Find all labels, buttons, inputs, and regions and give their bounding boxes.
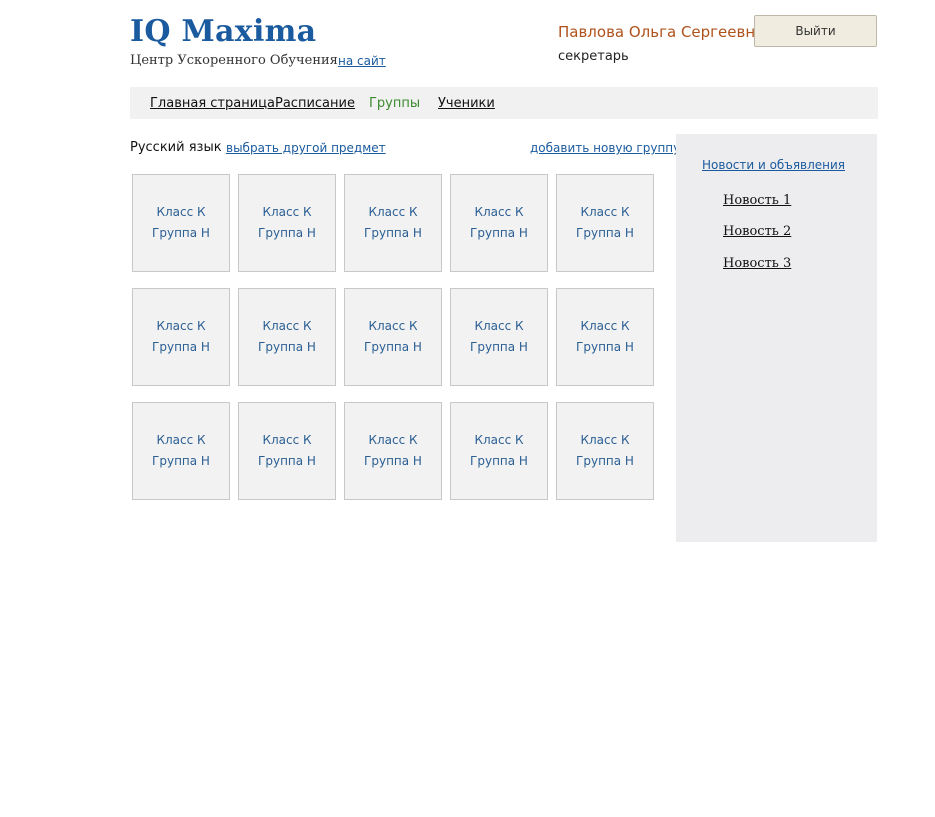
group-card[interactable]: Класс К Группа Н bbox=[132, 288, 230, 386]
group-card-class: Класс К bbox=[156, 319, 206, 333]
group-card[interactable]: Класс К Группа Н bbox=[344, 288, 442, 386]
group-card[interactable]: Класс К Группа Н bbox=[450, 288, 548, 386]
nav-item-home[interactable]: Главная страница bbox=[150, 96, 275, 111]
group-card-class: Класс К bbox=[262, 319, 312, 333]
group-card[interactable]: Класс К Группа Н bbox=[556, 174, 654, 272]
logout-button[interactable]: Выйти bbox=[754, 15, 877, 47]
group-card[interactable]: Класс К Группа Н bbox=[132, 402, 230, 500]
group-card[interactable]: Класс К Группа Н bbox=[344, 174, 442, 272]
nav-item-students[interactable]: Ученики bbox=[438, 96, 495, 111]
group-card-group: Группа Н bbox=[576, 340, 634, 354]
group-card-class: Класс К bbox=[474, 319, 524, 333]
group-card-group: Группа Н bbox=[576, 454, 634, 468]
groups-grid: Класс К Группа Н Класс К Группа Н Класс К Гру… bbox=[132, 174, 656, 500]
group-card-class: Класс К bbox=[262, 205, 312, 219]
group-card-class: Класс К bbox=[368, 433, 418, 447]
group-card[interactable]: Класс К Группа Н bbox=[450, 174, 548, 272]
group-card-group: Группа Н bbox=[258, 226, 316, 240]
group-card-class: Класс К bbox=[262, 433, 312, 447]
news-item-2[interactable]: Новость 2 bbox=[723, 224, 791, 239]
group-card-group: Группа Н bbox=[152, 226, 210, 240]
group-card[interactable]: Класс К Группа Н bbox=[238, 174, 336, 272]
group-card[interactable]: Класс К Группа Н bbox=[238, 402, 336, 500]
group-card-class: Класс К bbox=[368, 205, 418, 219]
group-card[interactable]: Класс К Группа Н bbox=[132, 174, 230, 272]
group-card-class: Класс К bbox=[156, 433, 206, 447]
group-card-class: Класс К bbox=[156, 205, 206, 219]
group-card-class: Класс К bbox=[368, 319, 418, 333]
group-card-class: Класс К bbox=[474, 433, 524, 447]
news-item-1[interactable]: Новость 1 bbox=[723, 193, 791, 208]
group-card[interactable]: Класс К Группа Н bbox=[556, 288, 654, 386]
nav-item-groups[interactable]: Группы bbox=[369, 96, 420, 111]
group-card-group: Группа Н bbox=[364, 340, 422, 354]
choose-subject-link[interactable]: выбрать другой предмет bbox=[226, 141, 386, 155]
news-title-link[interactable]: Новости и объявления bbox=[702, 158, 845, 172]
group-card-class: Класс К bbox=[474, 205, 524, 219]
group-card-group: Группа Н bbox=[576, 226, 634, 240]
site-link[interactable]: на сайт bbox=[338, 54, 386, 68]
group-card-group: Группа Н bbox=[470, 340, 528, 354]
group-card[interactable]: Класс К Группа Н bbox=[238, 288, 336, 386]
group-card-group: Группа Н bbox=[470, 454, 528, 468]
group-card-group: Группа Н bbox=[364, 454, 422, 468]
user-role: секретарь bbox=[558, 49, 629, 64]
news-item-3[interactable]: Новость 3 bbox=[723, 256, 791, 271]
group-card-group: Группа Н bbox=[152, 340, 210, 354]
group-card[interactable]: Класс К Группа Н bbox=[556, 402, 654, 500]
main-nav: Главная страница Расписание Группы Учени… bbox=[130, 87, 878, 119]
add-group-link[interactable]: добавить новую группу bbox=[530, 141, 680, 155]
app-logo: IQ Maxima bbox=[130, 14, 317, 49]
user-name: Павлова Ольга Сергеевна bbox=[558, 23, 765, 41]
group-card[interactable]: Класс К Группа Н bbox=[344, 402, 442, 500]
app-subtitle: Центр Ускоренного Обучения bbox=[130, 53, 338, 68]
group-card-class: Класс К bbox=[580, 319, 630, 333]
group-card[interactable]: Класс К Группа Н bbox=[450, 402, 548, 500]
nav-item-schedule[interactable]: Расписание bbox=[275, 96, 355, 111]
group-card-group: Группа Н bbox=[364, 226, 422, 240]
news-sidebar: Новости и объявления Новость 1 Новость 2… bbox=[676, 134, 877, 542]
group-card-class: Класс К bbox=[580, 433, 630, 447]
group-card-group: Группа Н bbox=[258, 340, 316, 354]
group-card-class: Класс К bbox=[580, 205, 630, 219]
current-subject: Русский язык bbox=[130, 140, 222, 155]
group-card-group: Группа Н bbox=[470, 226, 528, 240]
group-card-group: Группа Н bbox=[258, 454, 316, 468]
group-card-group: Группа Н bbox=[152, 454, 210, 468]
